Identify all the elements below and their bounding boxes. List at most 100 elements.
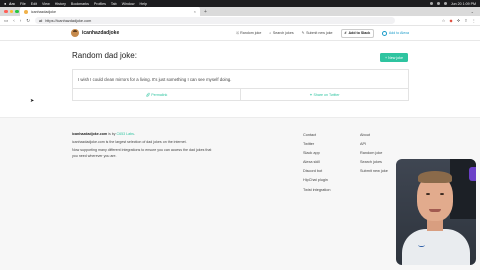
footer-link-twist[interactable]: Twist integration	[303, 188, 330, 197]
site-header: icanhazdadjoke ⤨ Random joke ⌕ Search joke…	[0, 26, 480, 41]
url-text: https://icanhazdadjoke.com	[45, 18, 92, 23]
new-joke-label: New joke	[388, 55, 403, 60]
close-tab-icon[interactable]: ×	[194, 9, 196, 14]
menu-history[interactable]: History	[55, 2, 66, 6]
nav-submit-label: Submit new joke	[306, 31, 333, 35]
puzzle-icon[interactable]: ✣	[457, 18, 461, 23]
new-joke-button[interactable]: + New joke	[380, 53, 408, 62]
menu-edit[interactable]: Edit	[31, 2, 37, 6]
joke-card: I wish I could clean mirrors for a livin…	[72, 69, 409, 101]
footer-link-twitter[interactable]: Twitter	[303, 142, 330, 151]
edit-icon: ✎	[301, 31, 305, 35]
footer-desc-2: Now supporting many different integratio…	[72, 148, 212, 158]
footer-links-col-2: About API Random joke Search jokes Submi…	[360, 133, 388, 178]
favicon-icon	[24, 9, 28, 14]
address-field[interactable]: ⇌ https://icanhazdadjoke.com	[35, 17, 396, 24]
share-label: Share on Twitter	[313, 92, 340, 97]
person-eye-left	[426, 193, 430, 195]
sidebar-toggle-icon[interactable]: ▭	[4, 18, 8, 24]
browser-toolbar: ▭ ‹ › ↻ ⇌ https://icanhazdadjoke.com ☆ ◆…	[0, 16, 480, 26]
footer-about: icanhazdadjoke.com is by C653 Labs. ican…	[72, 132, 212, 162]
footer-credit: icanhazdadjoke.com is by C653 Labs.	[72, 132, 212, 137]
slack-label: Add to Slack	[348, 31, 371, 35]
person-shirt	[402, 229, 470, 265]
footer-link-search-jokes[interactable]: Search jokes	[360, 160, 388, 169]
footer-link-hipchat[interactable]: HipChat plugin	[303, 178, 330, 187]
add-to-slack-button[interactable]: # Add to Slack	[340, 28, 375, 38]
share-icon[interactable]: ⇪	[464, 18, 468, 23]
menu-file[interactable]: File	[20, 2, 26, 6]
menu-profiles[interactable]: Profiles	[94, 2, 106, 6]
slack-icon: #	[344, 31, 347, 35]
menu-app-name[interactable]: Arc	[9, 2, 15, 6]
nav-random-joke[interactable]: ⤨ Random joke	[236, 31, 262, 35]
shuffle-icon: ⤨	[235, 31, 239, 35]
footer-link-about[interactable]: About	[360, 133, 388, 142]
status-icon[interactable]	[429, 2, 433, 5]
menu-status-area: Jun 20 1:09 PM	[429, 2, 476, 6]
clock[interactable]: Jun 20 1:09 PM	[451, 2, 476, 6]
tab-title: icanhazdadjoke	[31, 9, 56, 14]
extension-icon[interactable]: ◆	[450, 18, 453, 23]
chevron-down-icon[interactable]: ⌄	[471, 9, 474, 14]
webcam-purple-light	[469, 167, 476, 181]
footer-brand[interactable]: icanhazdadjoke.com	[72, 132, 107, 136]
footer-link-random-joke[interactable]: Random joke	[360, 151, 388, 160]
forward-icon[interactable]: ›	[20, 18, 22, 23]
footer-link-submit-joke[interactable]: Submit new joke	[360, 169, 388, 178]
add-to-alexa-link[interactable]: Add to Alexa	[382, 30, 409, 36]
menu-view[interactable]: View	[42, 2, 50, 6]
nav-random-label: Random joke	[240, 31, 262, 35]
shirt-logo-icon	[418, 243, 425, 247]
joke-text: I wish I could clean mirrors for a livin…	[78, 77, 232, 82]
footer-link-discord-bot[interactable]: Discord bot	[303, 169, 330, 178]
footer-link-alexa-skill[interactable]: Alexa skill	[303, 160, 330, 169]
battery-icon[interactable]	[443, 2, 447, 5]
back-icon[interactable]: ‹	[13, 18, 15, 23]
logo-face-icon	[71, 29, 79, 37]
link-icon: 🔗︎	[145, 92, 151, 97]
permalink-label: Permalink	[151, 92, 168, 97]
minimize-window-icon[interactable]	[9, 9, 13, 14]
browser-tab[interactable]: icanhazdadjoke ×	[20, 7, 200, 16]
mouse-cursor-icon: ➤	[30, 98, 35, 104]
extensions-area: ☆ ◆ ✣ ⇪ ⋮	[442, 18, 476, 23]
person-eye-right	[440, 193, 444, 195]
webcam-overlay	[396, 159, 476, 265]
site-info-icon[interactable]: ⇌	[39, 18, 42, 23]
star-icon[interactable]: ☆	[442, 18, 446, 23]
footer-link-slack-app[interactable]: Slack app	[303, 151, 330, 160]
window-controls	[0, 9, 20, 14]
menu-window[interactable]: Window	[122, 2, 135, 6]
site-logo[interactable]: icanhazdadjoke	[71, 29, 119, 37]
footer-period: .	[133, 132, 135, 136]
footer-link-contact[interactable]: Contact	[303, 133, 330, 142]
person-hair	[418, 171, 452, 183]
permalink-link[interactable]: 🔗︎ Permalink	[73, 89, 240, 100]
footer-links-col-1: Contact Twitter Slack app Alexa skill Di…	[303, 133, 330, 197]
search-icon: ⌕	[269, 31, 272, 35]
more-icon[interactable]: ⋮	[472, 18, 476, 23]
logo-text: icanhazdadjoke	[82, 30, 120, 36]
footer-by: is by	[107, 132, 117, 136]
menu-bookmarks[interactable]: Bookmarks	[71, 2, 89, 6]
page-title: Random dad joke:	[72, 51, 137, 60]
alexa-label: Add to Alexa	[388, 31, 409, 35]
nav-search-jokes[interactable]: ⌕ Search jokes	[269, 31, 293, 35]
browser-tab-bar: icanhazdadjoke × + ⌄	[0, 7, 480, 16]
plus-icon: +	[385, 55, 388, 60]
wifi-icon[interactable]	[436, 2, 440, 5]
zoom-window-icon[interactable]	[15, 9, 19, 14]
nav-submit-joke[interactable]: ✎ Submit new joke	[302, 31, 333, 35]
site-nav: ⤨ Random joke ⌕ Search jokes ✎ Submit new j…	[236, 28, 409, 38]
new-tab-icon[interactable]: +	[204, 9, 207, 15]
twitter-icon: ✦	[309, 92, 313, 97]
alexa-icon	[382, 30, 388, 36]
footer-link-api[interactable]: API	[360, 142, 388, 151]
menu-tab[interactable]: Tab	[111, 2, 117, 6]
menu-help[interactable]: Help	[139, 2, 146, 6]
share-twitter-link[interactable]: ✦ Share on Twitter	[240, 89, 408, 100]
reload-icon[interactable]: ↻	[26, 18, 30, 24]
close-window-icon[interactable]	[4, 9, 8, 14]
footer-company-link[interactable]: C653 Labs	[117, 132, 134, 136]
